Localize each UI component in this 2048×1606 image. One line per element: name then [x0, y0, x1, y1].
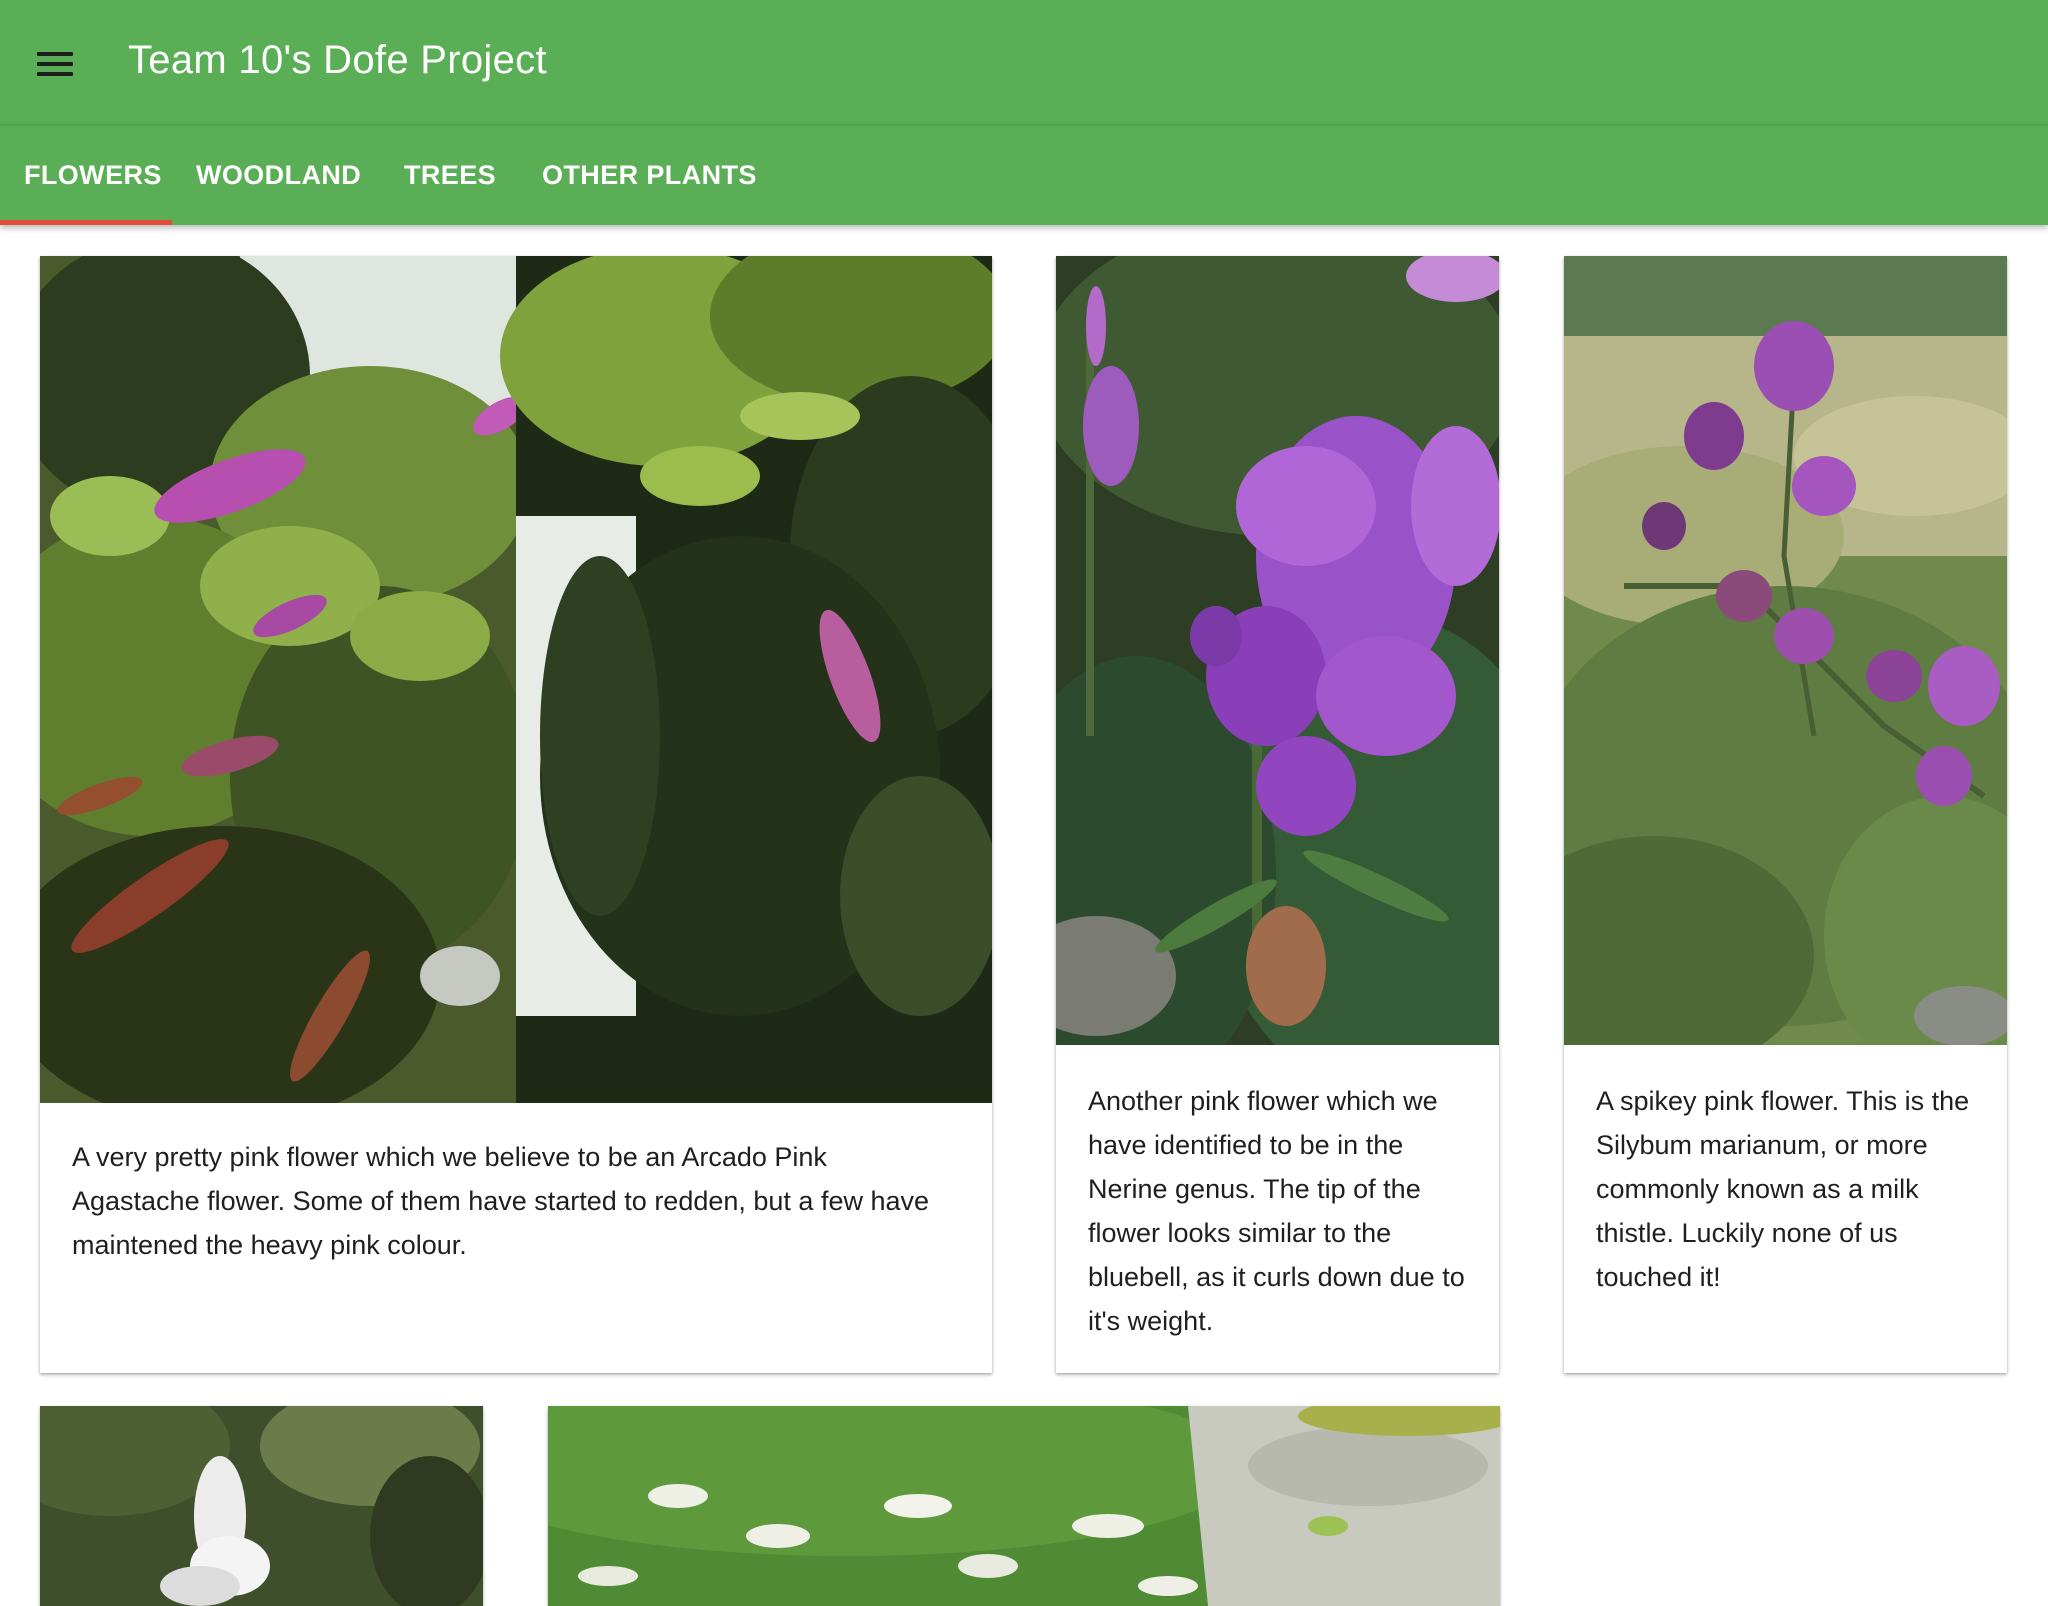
flower-description: A very pretty pink flower which we belie… — [72, 1142, 930, 1260]
flower-photo-cow-parsley — [548, 1406, 1500, 1606]
app-bar: Team 10's Dofe Project — [0, 0, 2048, 124]
tab-flowers[interactable]: FLOWERS — [24, 126, 162, 225]
app-title: Team 10's Dofe Project — [128, 38, 547, 82]
hamburger-menu-icon[interactable] — [34, 48, 78, 82]
flower-photo-nerine — [1056, 256, 1499, 1045]
flower-card-thistle[interactable]: A spikey pink flower. This is the Silybu… — [1564, 256, 2007, 1373]
flower-photo-thistle — [1564, 256, 2007, 1045]
flower-card-cow-parsley[interactable] — [548, 1406, 1500, 1606]
flower-photo-agastache — [40, 256, 992, 1103]
flower-description: Another pink flower which we have identi… — [1088, 1086, 1465, 1336]
flower-card-white[interactable] — [40, 1406, 483, 1606]
flower-photo-white — [40, 1406, 483, 1606]
tab-bar: FLOWERS WOODLAND TREES OTHER PLANTS — [0, 124, 2048, 225]
tab-other-plants[interactable]: OTHER PLANTS — [542, 126, 757, 225]
flower-description: A spikey pink flower. This is the Silybu… — [1596, 1086, 1970, 1292]
flower-card-agastache[interactable]: A very pretty pink flower which we belie… — [40, 256, 992, 1373]
flower-card-nerine[interactable]: Another pink flower which we have identi… — [1056, 256, 1499, 1373]
tab-trees[interactable]: TREES — [404, 126, 496, 225]
tab-woodland[interactable]: WOODLAND — [196, 126, 361, 225]
active-tab-indicator — [0, 220, 172, 225]
